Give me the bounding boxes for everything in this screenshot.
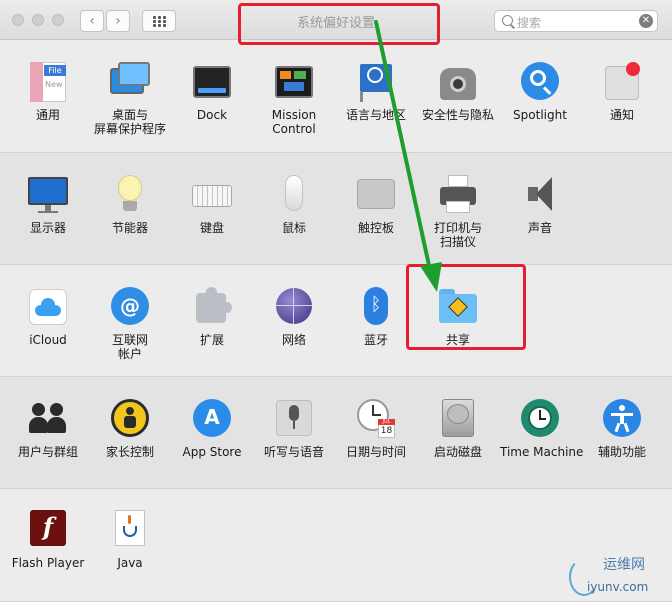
watermark: 运维网 iyunv.com (565, 550, 670, 600)
annotation-arrow (374, 20, 442, 292)
watermark-brand: 运维网 (603, 557, 645, 573)
watermark-domain: iyunv.com (587, 580, 649, 594)
